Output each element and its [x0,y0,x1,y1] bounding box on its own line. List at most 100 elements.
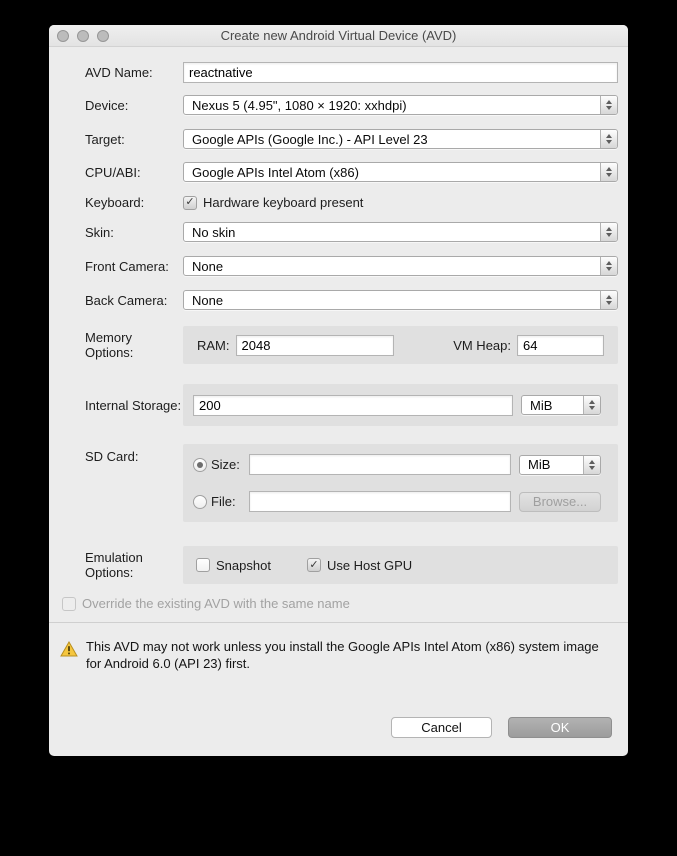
sd-file-input[interactable] [249,491,511,512]
internal-storage-input[interactable] [193,395,513,416]
sd-size-input[interactable] [249,454,511,475]
traffic-lights [57,30,109,42]
emulation-options-row: Emulation Options: Snapshot Use Host GPU [49,546,628,584]
chevron-updown-icon [600,130,617,148]
chevron-updown-icon [600,257,617,275]
ok-button[interactable]: OK [508,717,612,738]
chevron-updown-icon [583,396,600,414]
keyboard-label: Keyboard: [49,195,183,210]
use-host-gpu-checkbox[interactable] [307,558,321,572]
memory-options-panel: RAM: VM Heap: [183,326,618,364]
cpu-abi-select[interactable]: Google APIs Intel Atom (x86) [183,162,618,182]
internal-storage-label: Internal Storage: [49,398,183,413]
cancel-button[interactable]: Cancel [391,717,492,738]
sd-file-radio[interactable] [193,495,207,509]
front-camera-label: Front Camera: [49,259,183,274]
memory-options-label: Memory Options: [49,330,183,360]
avd-dialog-window: Create new Android Virtual Device (AVD) … [49,25,628,756]
sd-card-control: Size: MiB File: Browse... [183,444,618,522]
device-row: Device: Nexus 5 (4.95", 1080 × 1920: xxh… [49,95,628,115]
avd-name-input[interactable] [183,62,618,83]
warning-text: This AVD may not work unless you install… [86,639,612,673]
titlebar[interactable]: Create new Android Virtual Device (AVD) [49,25,628,47]
override-row: Override the existing AVD with the same … [49,596,628,611]
cpu-abi-select-value: Google APIs Intel Atom (x86) [184,165,600,180]
emulation-options-panel: Snapshot Use Host GPU [183,546,618,584]
memory-options-row: Memory Options: RAM: VM Heap: [49,326,628,364]
use-host-gpu-checkbox-label: Use Host GPU [327,558,412,573]
skin-select-value: No skin [184,225,600,240]
sd-size-unit-value: MiB [520,457,583,472]
internal-storage-control: MiB [183,384,618,426]
minimize-window-icon[interactable] [77,30,89,42]
avd-name-label: AVD Name: [49,65,183,80]
emulation-options-control: Snapshot Use Host GPU [183,546,618,584]
ram-label: RAM: [197,338,230,353]
avd-name-row: AVD Name: [49,62,628,83]
internal-storage-unit-value: MiB [522,398,583,413]
skin-label: Skin: [49,225,183,240]
skin-select[interactable]: No skin [183,222,618,242]
override-checkbox[interactable] [62,597,76,611]
keyboard-row: Keyboard: Hardware keyboard present [49,195,628,210]
memory-options-control: RAM: VM Heap: [183,326,618,364]
back-camera-control: None [183,290,618,310]
skin-control: No skin [183,222,618,242]
browse-button[interactable]: Browse... [519,492,601,512]
hardware-keyboard-checkbox[interactable] [183,196,197,210]
device-label: Device: [49,98,183,113]
sd-size-row: Size: MiB [193,454,608,475]
window-title: Create new Android Virtual Device (AVD) [221,28,457,43]
chevron-updown-icon [600,163,617,181]
back-camera-row: Back Camera: None [49,290,628,310]
back-camera-label: Back Camera: [49,293,183,308]
sd-size-unit-select[interactable]: MiB [519,455,601,475]
close-window-icon[interactable] [57,30,69,42]
snapshot-checkbox-label: Snapshot [216,558,271,573]
internal-storage-panel: MiB [183,384,618,426]
device-control: Nexus 5 (4.95", 1080 × 1920: xxhdpi) [183,95,618,115]
warning-block: This AVD may not work unless you install… [49,631,628,673]
use-host-gpu-group: Use Host GPU [307,558,412,573]
target-row: Target: Google APIs (Google Inc.) - API … [49,129,628,149]
target-select[interactable]: Google APIs (Google Inc.) - API Level 23 [183,129,618,149]
chevron-updown-icon [600,223,617,241]
chevron-updown-icon [600,291,617,309]
sd-card-label: SD Card: [49,444,183,464]
chevron-updown-icon [600,96,617,114]
cpu-abi-control: Google APIs Intel Atom (x86) [183,162,618,182]
override-checkbox-label: Override the existing AVD with the same … [82,596,350,611]
sd-size-radio[interactable] [193,458,207,472]
target-label: Target: [49,132,183,147]
back-camera-select[interactable]: None [183,290,618,310]
snapshot-checkbox[interactable] [196,558,210,572]
front-camera-select-value: None [184,259,600,274]
sd-card-panel: Size: MiB File: Browse... [183,444,618,522]
zoom-window-icon[interactable] [97,30,109,42]
front-camera-row: Front Camera: None [49,256,628,276]
ram-input[interactable] [236,335,394,356]
divider [49,622,628,623]
front-camera-select[interactable]: None [183,256,618,276]
sd-file-label: File: [211,494,249,509]
avd-name-control [183,62,618,83]
skin-row: Skin: No skin [49,222,628,242]
ram-group: RAM: [197,335,394,356]
snapshot-group: Snapshot [196,558,271,573]
device-select[interactable]: Nexus 5 (4.95", 1080 × 1920: xxhdpi) [183,95,618,115]
internal-storage-row: Internal Storage: MiB [49,384,628,426]
back-camera-select-value: None [184,293,600,308]
hardware-keyboard-checkbox-label: Hardware keyboard present [203,195,363,210]
sd-card-row: SD Card: Size: MiB File: [49,444,628,522]
vm-heap-input[interactable] [517,335,604,356]
dialog-content: AVD Name: Device: Nexus 5 (4.95", 1080 ×… [49,47,628,756]
internal-storage-unit-select[interactable]: MiB [521,395,601,415]
dialog-buttons: Cancel OK [49,717,628,756]
vm-heap-group: VM Heap: [453,335,604,356]
cpu-abi-row: CPU/ABI: Google APIs Intel Atom (x86) [49,162,628,182]
sd-size-label: Size: [211,457,249,472]
chevron-updown-icon [583,456,600,474]
keyboard-control: Hardware keyboard present [183,195,618,210]
front-camera-control: None [183,256,618,276]
target-select-value: Google APIs (Google Inc.) - API Level 23 [184,132,600,147]
